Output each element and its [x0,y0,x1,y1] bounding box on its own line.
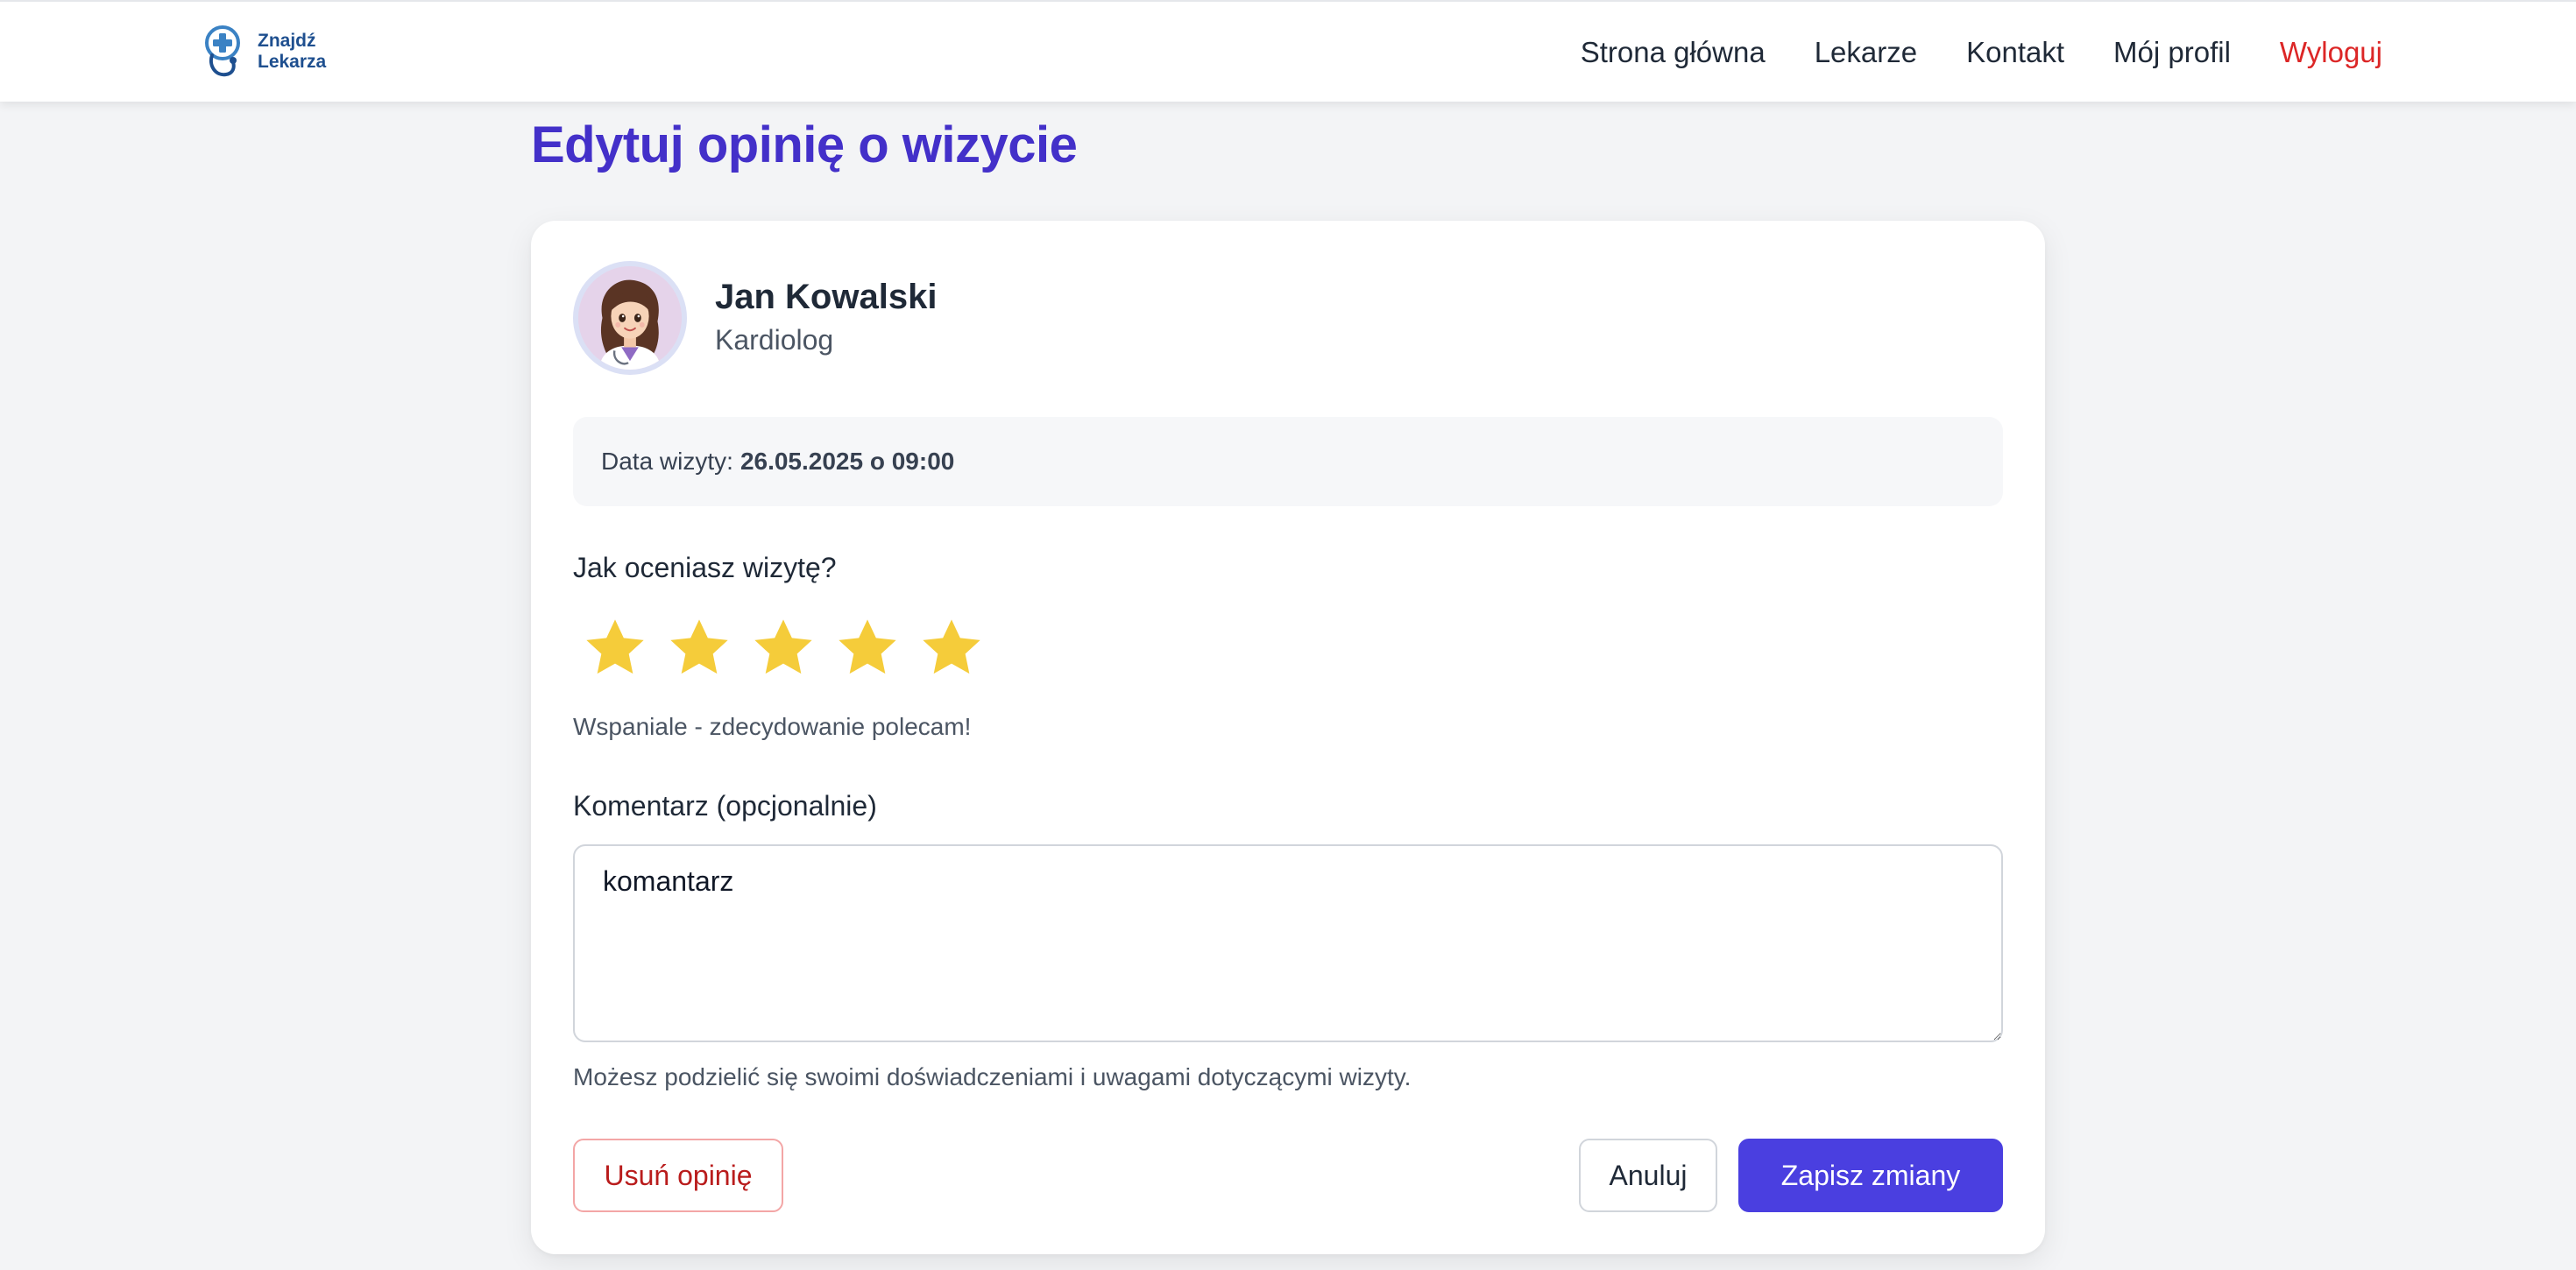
star-4[interactable] [832,613,902,683]
nav-link-home[interactable]: Strona główna [1581,36,1766,69]
visit-date-label: Data wizyty: [601,448,733,475]
nav-link-contact[interactable]: Kontakt [1966,36,2064,69]
cancel-button[interactable]: Anuluj [1579,1139,1717,1212]
visit-date-box: Data wizyty: 26.05.2025 o 09:00 [573,417,2003,506]
comment-textarea[interactable]: komantarz [573,844,2003,1042]
brand-line-2: Lekarza [258,52,327,72]
star-icon [754,619,812,674]
save-changes-button[interactable]: Zapisz zmiany [1738,1139,2003,1212]
star-3[interactable] [748,613,818,683]
star-icon [923,619,980,674]
doctor-header: Jan Kowalski Kardiolog [573,261,937,375]
nav-links: Strona główna Lekarze Kontakt Mój profil… [1581,2,2382,103]
visit-date-value: 26.05.2025 o 09:00 [740,448,955,475]
doctor-avatar-illustration [578,266,682,370]
star-5[interactable] [916,613,987,683]
star-icon [586,619,644,674]
comment-label: Komentarz (opcjonalnie) [573,790,877,822]
stethoscope-plus-logo-icon [205,25,240,77]
top-navbar: Znajdź Lekarza Strona główna Lekarze Kon… [0,0,2576,102]
brand-logo[interactable]: Znajdź Lekarza [203,21,326,82]
brand-text: Znajdź Lekarza [258,31,326,73]
comment-help-text: Możesz podzielić się swoimi doświadczeni… [573,1063,1412,1090]
rating-question: Jak oceniasz wizytę? [573,552,837,583]
star-icon [670,619,728,674]
doctor-specialization: Kardiolog [715,324,834,356]
doctor-avatar [573,261,687,375]
star-1[interactable] [580,613,650,683]
star-icon [839,619,896,674]
star-2[interactable] [664,613,734,683]
rating-description: Wspaniale - zdecydowanie polecam! [573,713,972,740]
doctor-name: Jan Kowalski [715,278,938,316]
star-rating [580,613,987,683]
nav-link-doctors[interactable]: Lekarze [1815,36,1917,69]
nav-link-my-profile[interactable]: Mój profil [2113,36,2231,69]
page-title: Edytuj opinię o wizycie [531,116,1078,173]
doctor-info: Jan Kowalski Kardiolog [715,275,937,361]
delete-review-button[interactable]: Usuń opinię [573,1139,783,1212]
nav-link-logout[interactable]: Wyloguj [2280,36,2382,69]
review-card: Jan Kowalski Kardiolog Data wizyty: 26.0… [531,221,2045,1254]
brand-line-1: Znajdź [258,31,316,51]
